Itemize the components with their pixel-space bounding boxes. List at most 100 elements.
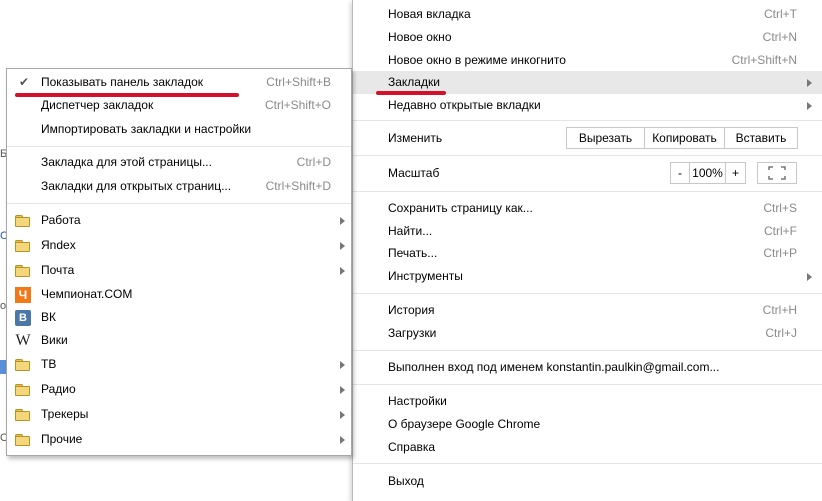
folder-icon (15, 382, 31, 398)
bookmark-folder-trackers[interactable]: Трекеры (7, 403, 351, 426)
edit-button-group: Вырезать Копировать Вставить (566, 127, 798, 149)
menu-item-show-bookmarks-bar[interactable]: ✔ Показывать панель закладок Ctrl+Shift+… (7, 71, 351, 94)
bookmark-label: Прочие (41, 432, 83, 446)
menu-item-shortcut: Ctrl+Shift+O (264, 98, 331, 112)
menu-item-shortcut: Ctrl+H (762, 303, 797, 317)
menu-item-shortcut: Ctrl+N (762, 30, 797, 44)
menu-item-label: Сохранить страницу как... (388, 201, 533, 215)
menu-item-bookmark-this-page[interactable]: Закладка для этой страницы... Ctrl+D (7, 151, 351, 174)
folder-icon (15, 263, 31, 279)
menu-item-shortcut: Ctrl+Shift+N (731, 53, 797, 67)
menu-item-downloads[interactable]: Загрузки Ctrl+J (353, 322, 822, 345)
menu-item-label: Новая вкладка (388, 7, 471, 21)
menu-separator (353, 191, 822, 192)
zoom-in-button[interactable]: + (726, 162, 746, 184)
bookmark-championat[interactable]: Ч Чемпионат.COM (7, 283, 351, 306)
menu-item-label: О браузере Google Chrome (388, 417, 541, 431)
menu-item-label: Печать... (388, 246, 438, 260)
menu-item-bookmark-open-pages[interactable]: Закладки для открытых страниц... Ctrl+Sh… (7, 175, 351, 198)
bookmark-folder-tv[interactable]: ТВ (7, 353, 351, 376)
wikipedia-icon: W (15, 332, 31, 349)
menu-item-recent-tabs[interactable]: Недавно открытые вкладки (353, 94, 822, 117)
zoom-level: 100% (690, 162, 726, 184)
fullscreen-icon (768, 166, 786, 180)
menu-item-shortcut: Ctrl+S (763, 201, 797, 215)
menu-item-label: Найти... (388, 224, 433, 238)
menu-item-shortcut: Ctrl+F (764, 224, 797, 238)
menu-separator (353, 155, 822, 156)
menu-item-shortcut: Ctrl+T (764, 7, 797, 21)
menu-separator (7, 203, 351, 204)
folder-icon (15, 432, 31, 448)
bookmark-folder-radio[interactable]: Радио (7, 378, 351, 401)
menu-item-label: Недавно открытые вкладки (388, 98, 541, 112)
menu-item-new-tab[interactable]: Новая вкладка Ctrl+T (353, 3, 822, 26)
zoom-out-button[interactable]: - (670, 162, 690, 184)
cut-button[interactable]: Вырезать (566, 127, 645, 149)
menu-item-signed-in[interactable]: Выполнен вход под именем konstantin.paul… (353, 356, 822, 379)
zoom-controls: - 100% + (670, 162, 746, 184)
paste-button[interactable]: Вставить (725, 127, 798, 149)
folder-icon (15, 357, 31, 373)
menu-item-tools[interactable]: Инструменты (353, 265, 822, 288)
copy-button[interactable]: Копировать (645, 127, 725, 149)
folder-icon (15, 238, 31, 254)
folder-icon (15, 213, 31, 229)
menu-separator (353, 293, 822, 294)
submenu-arrow-icon (807, 79, 812, 87)
bookmark-label: Трекеры (41, 407, 89, 421)
menu-item-new-window[interactable]: Новое окно Ctrl+N (353, 26, 822, 49)
folder-icon (15, 407, 31, 423)
bookmark-folder-yandex[interactable]: Яndex (7, 234, 351, 257)
bookmark-label: Радио (41, 382, 76, 396)
menu-item-find[interactable]: Найти... Ctrl+F (353, 220, 822, 243)
submenu-arrow-icon (340, 217, 345, 225)
menu-item-label: Закладка для этой страницы... (41, 155, 212, 169)
championat-icon: Ч (15, 287, 31, 303)
menu-item-print[interactable]: Печать... Ctrl+P (353, 242, 822, 265)
menu-item-label: Инструменты (388, 269, 463, 283)
menu-separator (353, 120, 822, 121)
menu-item-label: Загрузки (388, 326, 437, 340)
bookmark-label: Чемпионат.COM (41, 287, 133, 301)
menu-item-shortcut: Ctrl+Shift+B (266, 75, 331, 89)
menu-item-import-bookmarks[interactable]: Импортировать закладки и настройки (7, 118, 351, 141)
menu-item-settings[interactable]: Настройки (353, 390, 822, 413)
menu-item-label: Закладки для открытых страниц... (41, 179, 232, 193)
menu-item-exit[interactable]: Выход (353, 470, 822, 493)
menu-item-save-page[interactable]: Сохранить страницу как... Ctrl+S (353, 197, 822, 220)
menu-item-label: Импортировать закладки и настройки (41, 122, 252, 136)
menu-item-label: Настройки (388, 394, 447, 408)
submenu-arrow-icon (807, 102, 812, 110)
menu-item-bookmark-manager[interactable]: Диспетчер закладок Ctrl+Shift+O (7, 94, 351, 117)
bookmark-folder-other[interactable]: Прочие (7, 428, 351, 451)
submenu-arrow-icon (340, 386, 345, 394)
chrome-main-menu: Новая вкладка Ctrl+T Новое окно Ctrl+N Н… (352, 0, 822, 501)
menu-row-zoom: Масштаб (353, 162, 822, 185)
bookmark-wiki[interactable]: W Вики (7, 329, 351, 352)
bookmark-folder-rabota[interactable]: Работа (7, 209, 351, 232)
menu-item-about[interactable]: О браузере Google Chrome (353, 413, 822, 436)
menu-item-label: Выход (388, 474, 424, 488)
bookmark-label: Яndex (41, 238, 76, 252)
menu-item-label: Новое окно в режиме инкогнито (388, 53, 566, 67)
menu-item-label: Диспетчер закладок (41, 98, 154, 112)
bookmark-label: Вики (41, 333, 68, 347)
menu-separator (353, 350, 822, 351)
menu-item-incognito[interactable]: Новое окно в режиме инкогнито Ctrl+Shift… (353, 49, 822, 72)
submenu-arrow-icon (340, 436, 345, 444)
fullscreen-button[interactable] (757, 162, 797, 184)
bookmark-label: ТВ (41, 357, 57, 371)
bookmark-label: ВК (41, 310, 56, 324)
menu-separator (353, 384, 822, 385)
menu-item-label: Справка (388, 440, 436, 454)
bookmarks-submenu: ✔ Показывать панель закладок Ctrl+Shift+… (6, 68, 352, 456)
menu-item-label: Новое окно (388, 30, 452, 44)
menu-item-shortcut: Ctrl+P (763, 246, 797, 260)
menu-item-history[interactable]: История Ctrl+H (353, 299, 822, 322)
menu-item-label: Изменить (388, 131, 443, 145)
bookmark-folder-pochta[interactable]: Почта (7, 259, 351, 282)
bookmark-vk[interactable]: B ВК (7, 306, 351, 329)
menu-item-help[interactable]: Справка (353, 436, 822, 459)
submenu-arrow-icon (340, 411, 345, 419)
